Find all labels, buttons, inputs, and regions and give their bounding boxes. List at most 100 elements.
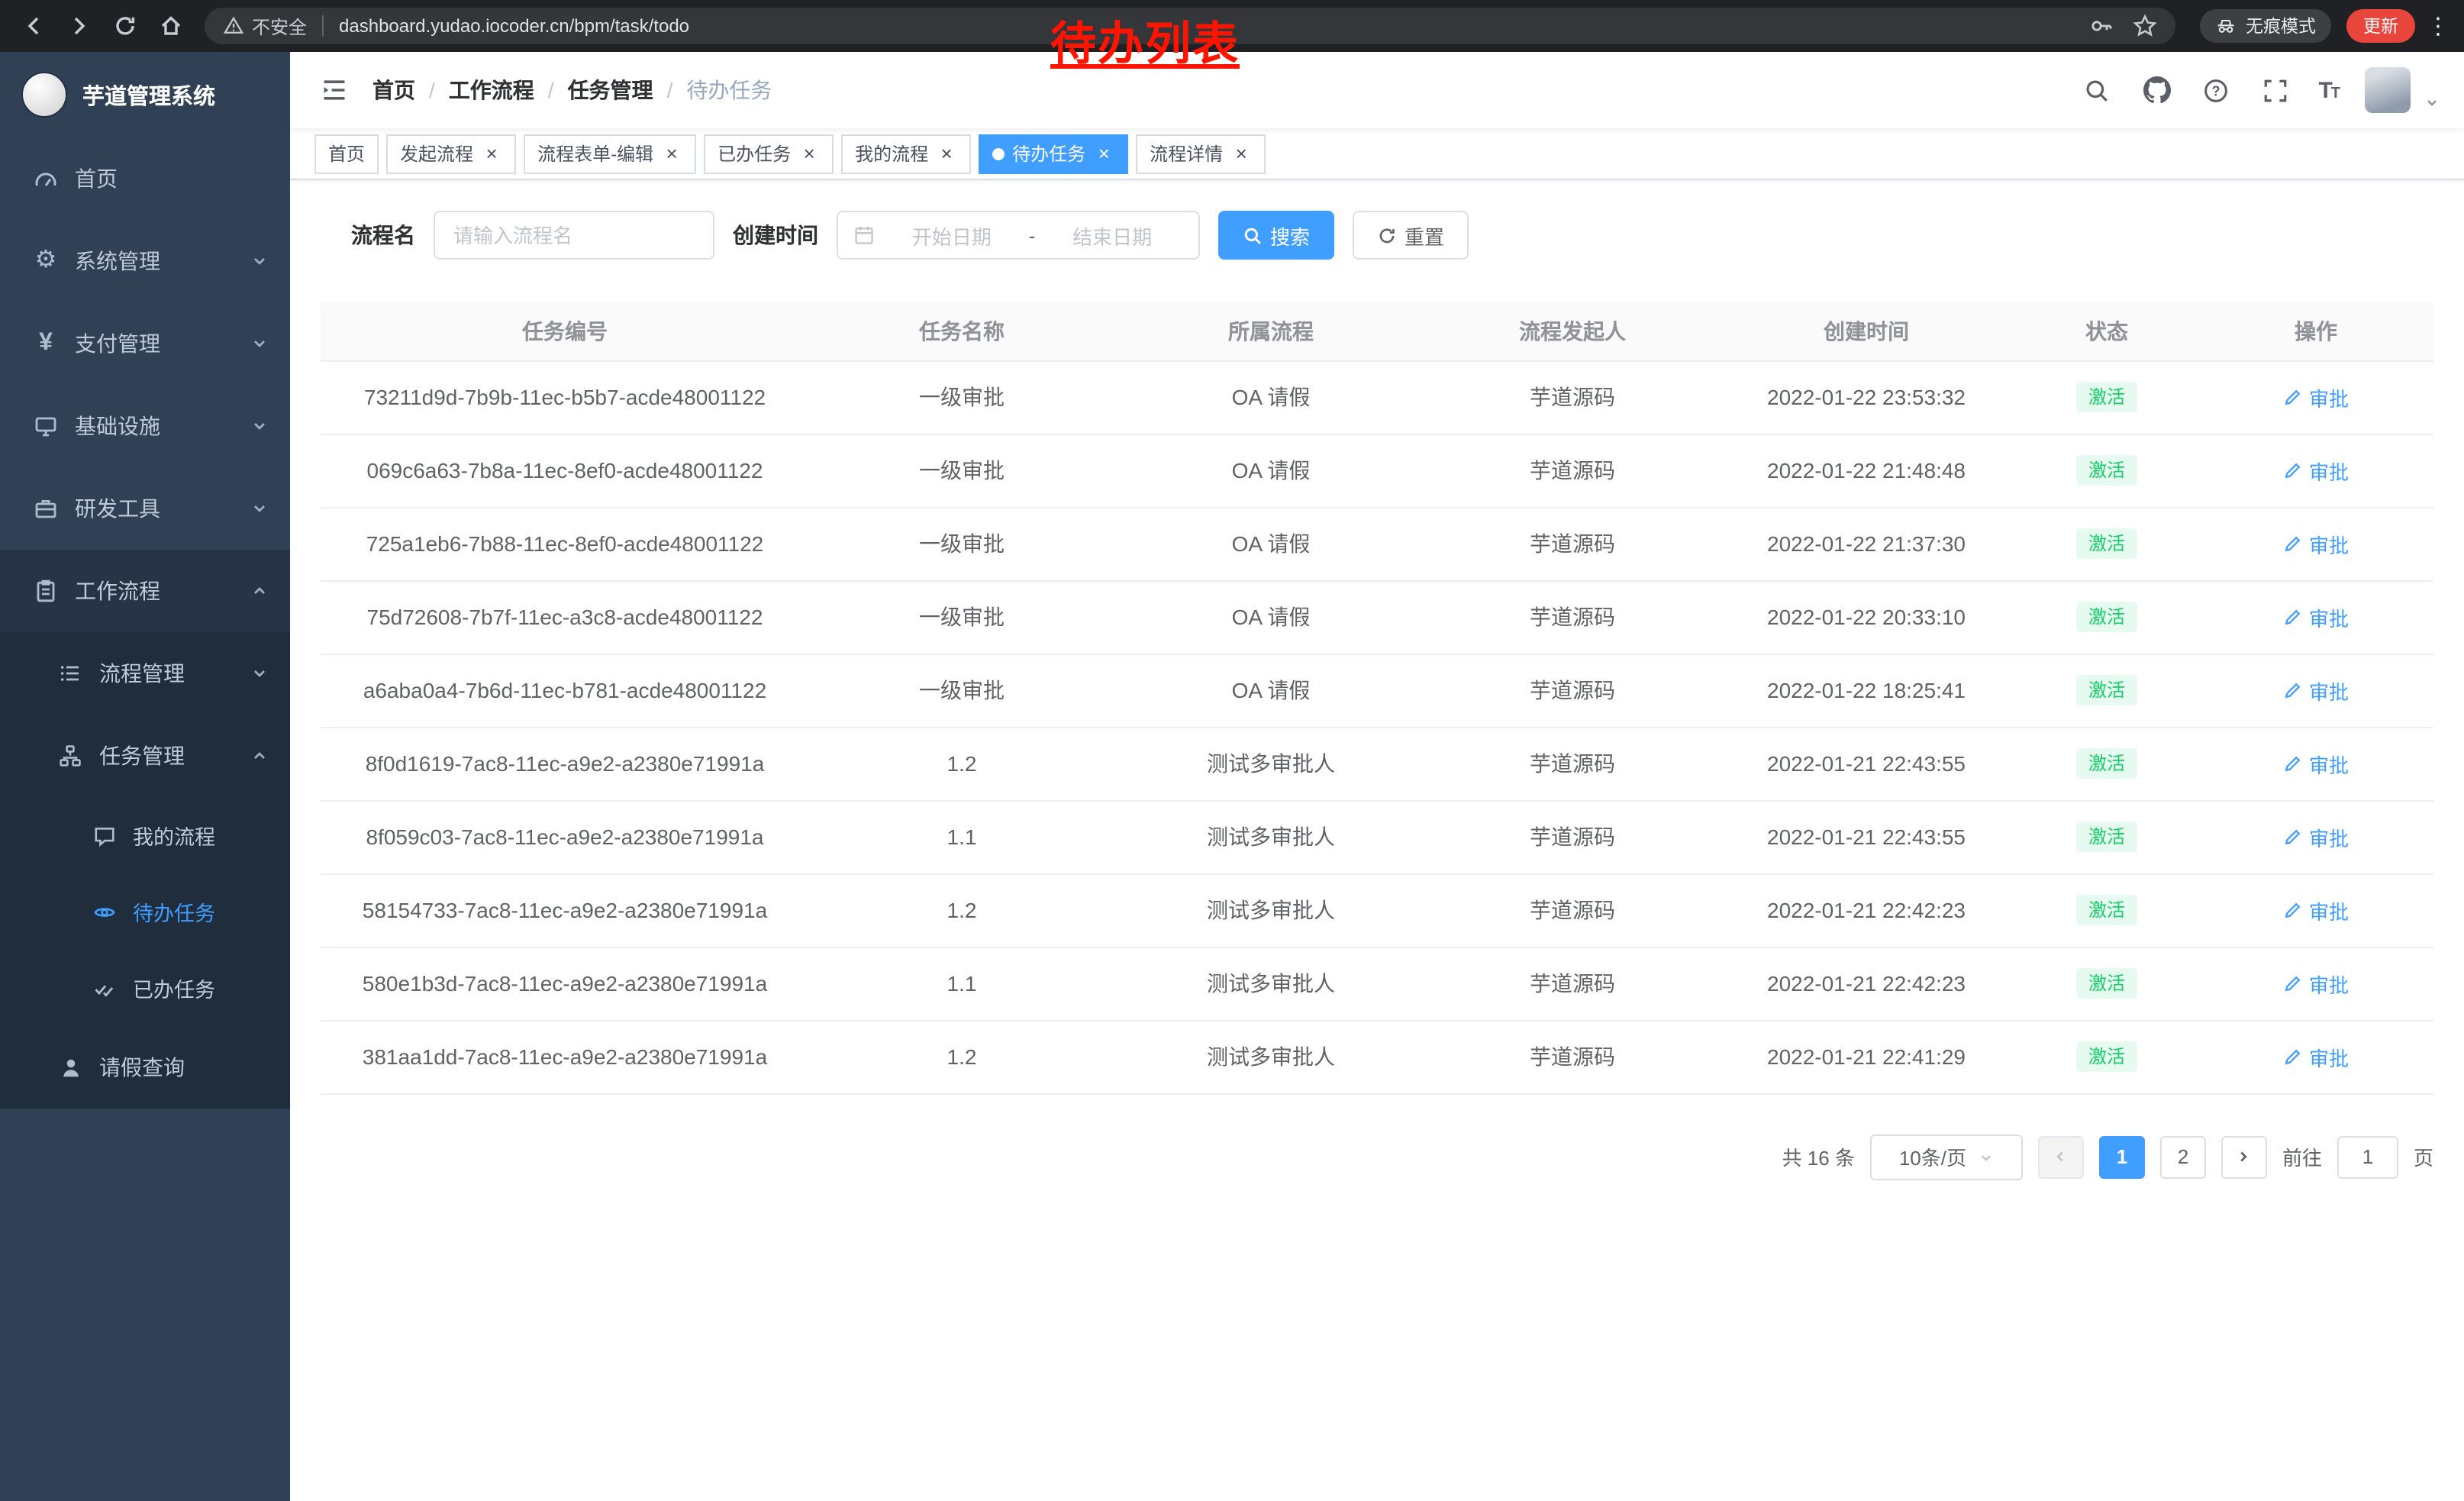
approve-link[interactable]: 审批 [2283,383,2349,412]
search-button[interactable]: 搜索 [1218,211,1334,260]
approve-link[interactable]: 审批 [2283,456,2349,485]
page-button-2[interactable]: 2 [2160,1135,2206,1178]
password-key-icon[interactable] [2090,14,2114,38]
sidebar-item-done-task[interactable]: 已办任务 [0,950,290,1026]
user-avatar[interactable] [2365,67,2411,113]
breadcrumb-separator: / [667,78,673,102]
tab-close-icon[interactable]: × [1093,143,1114,164]
sidebar-item-label: 工作流程 [75,576,160,606]
prev-page-button[interactable] [2038,1135,2084,1178]
sidebar-item-todo-task[interactable]: 待办任务 [0,873,290,950]
sidebar-item-leave-query[interactable]: 请假查询 [0,1026,290,1109]
cell-task-name: 一级审批 [809,507,1114,580]
sidebar-item-infrastructure[interactable]: 基础设施 [0,385,290,467]
sidebar-item-payment-mgmt[interactable]: ¥ 支付管理 [0,302,290,385]
tab-start-process[interactable]: 发起流程× [386,134,516,173]
table-row: a6aba0a4-7b6d-11ec-b781-acde48001122一级审批… [321,654,2433,727]
table-row: 381aa1dd-7ac8-11ec-a9e2-a2380e71991a1.2测… [321,1020,2433,1093]
tab-home[interactable]: 首页 [314,134,379,173]
cell-status: 激活 [2015,507,2198,580]
cell-task-id: 58154733-7ac8-11ec-a9e2-a2380e71991a [321,873,809,947]
sidebar-item-my-process[interactable]: 我的流程 [0,797,290,873]
reset-button[interactable]: 重置 [1353,211,1469,260]
sidebar-item-task-mgmt[interactable]: 任务管理 [0,715,290,797]
help-icon[interactable]: ? [2199,73,2233,107]
cell-create-time: 2022-01-22 21:37:30 [1717,507,2015,580]
breadcrumb-workflow[interactable]: 工作流程 [449,75,534,105]
approve-link[interactable]: 审批 [2283,676,2349,705]
tab-close-icon[interactable]: × [798,143,820,164]
tab-close-icon[interactable]: × [936,143,957,164]
approve-link[interactable]: 审批 [2283,529,2349,558]
browser-menu-dots-icon[interactable]: ⋮ [2424,12,2452,40]
approve-link[interactable]: 审批 [2283,822,2349,851]
sidebar-item-home[interactable]: 首页 [0,137,290,220]
calendar-icon [853,224,875,246]
cell-action: 审批 [2198,360,2433,434]
next-page-button[interactable] [2221,1135,2267,1178]
cell-task-name: 1.2 [809,727,1114,800]
yen-icon: ¥ [31,331,61,356]
incognito-label: 无痕模式 [2246,14,2316,38]
table-row: 725a1eb6-7b88-11ec-8ef0-acde48001122一级审批… [321,507,2433,580]
approve-link[interactable]: 审批 [2283,896,2349,925]
end-date-placeholder: 结束日期 [1041,221,1183,250]
warning-icon [223,15,244,37]
approve-link-label: 审批 [2309,969,2349,998]
tab-close-icon[interactable]: × [481,143,502,164]
goto-label: 前往 [2282,1142,2322,1171]
sidebar-item-label: 请假查询 [99,1052,185,1083]
start-date-placeholder: 开始日期 [881,221,1023,250]
process-name-input[interactable] [434,211,714,260]
search-icon[interactable] [2080,73,2114,107]
approve-link[interactable]: 审批 [2283,1042,2349,1071]
font-size-icon[interactable]: TT [2318,77,2339,103]
browser-home-button[interactable] [150,5,192,47]
approve-link-label: 审批 [2309,676,2349,705]
sidebar-logo: 芋道管理系统 [0,52,290,137]
fullscreen-icon[interactable] [2259,73,2292,107]
github-icon[interactable] [2140,73,2173,107]
bookmark-star-icon[interactable] [2133,14,2157,38]
edit-pen-icon [2283,900,2303,920]
breadcrumb-task-mgmt[interactable]: 任务管理 [568,75,653,105]
sitemap-icon [55,744,85,768]
cell-create-time: 2022-01-22 23:53:32 [1717,360,2015,434]
cell-status: 激活 [2015,580,2198,654]
address-bar[interactable]: 不安全 dashboard.yudao.iocoder.cn/bpm/task/… [205,8,2175,44]
browser-update-button[interactable]: 更新 [2346,9,2415,43]
chevron-down-icon[interactable] [2424,95,2440,110]
approve-link-label: 审批 [2309,529,2349,558]
browser-reload-button[interactable] [104,5,147,47]
cell-action: 审批 [2198,1020,2433,1093]
tab-done-tasks[interactable]: 已办任务× [704,134,834,173]
total-count: 共 16 条 [1782,1142,1855,1171]
eye-icon [89,900,119,923]
tab-close-icon[interactable]: × [1230,143,1252,164]
sidebar-item-process-mgmt[interactable]: 流程管理 [0,632,290,715]
browser-back-button[interactable] [12,5,55,47]
sidebar-item-dev-tools[interactable]: 研发工具 [0,467,290,550]
sidebar-item-workflow[interactable]: 工作流程 [0,550,290,632]
omnibox-divider [322,15,324,37]
security-status[interactable]: 不安全 [223,13,307,39]
page-size-select[interactable]: 10条/页 [1870,1134,2023,1180]
tab-todo-tasks[interactable]: 待办任务× [979,134,1128,173]
approve-link[interactable]: 审批 [2283,969,2349,998]
approve-link[interactable]: 审批 [2283,602,2349,631]
cell-action: 审批 [2198,434,2433,507]
tab-process-detail[interactable]: 流程详情× [1136,134,1266,173]
url-text: dashboard.yudao.iocoder.cn/bpm/task/todo [339,15,2090,37]
breadcrumb-home[interactable]: 首页 [373,75,415,105]
browser-forward-button[interactable] [58,5,101,47]
sidebar-toggle-icon[interactable] [314,76,363,104]
sidebar-item-system-mgmt[interactable]: ⚙ 系统管理 [0,220,290,302]
tab-close-icon[interactable]: × [661,143,682,164]
page-button-1[interactable]: 1 [2099,1135,2145,1178]
approve-link[interactable]: 审批 [2283,749,2349,778]
tab-form-edit[interactable]: 流程表单-编辑× [524,134,696,173]
tab-my-process[interactable]: 我的流程× [841,134,971,173]
cell-process-name: OA 请假 [1114,580,1427,654]
date-range-picker[interactable]: 开始日期 - 结束日期 [837,211,1200,260]
goto-page-input[interactable] [2337,1135,2398,1178]
